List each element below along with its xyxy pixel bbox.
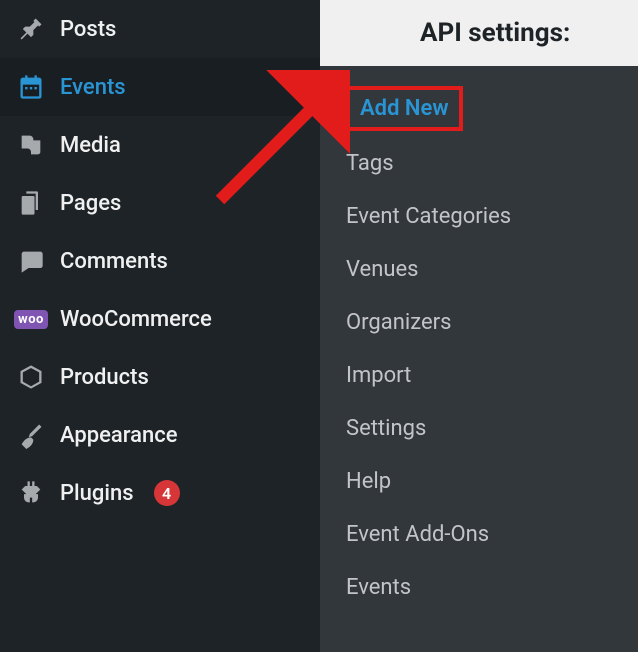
submenu-item-events[interactable]: Events [346, 561, 411, 614]
calendar-icon [16, 72, 46, 102]
menu-label: Plugins [60, 481, 134, 506]
menu-label: Products [60, 365, 149, 390]
submenu-item-settings[interactable]: Settings [346, 402, 426, 455]
pages-icon [16, 188, 46, 218]
woo-icon: woo [16, 304, 46, 334]
menu-item-appearance[interactable]: Appearance [0, 406, 320, 464]
submenu-item-organizers[interactable]: Organizers [346, 296, 451, 349]
submenu-item-venues[interactable]: Venues [346, 243, 419, 296]
submenu-item-tags[interactable]: Tags [346, 137, 394, 190]
events-submenu: API settings: Add New Tags Event Categor… [320, 0, 638, 652]
menu-item-products[interactable]: Products [0, 348, 320, 406]
menu-item-media[interactable]: Media [0, 116, 320, 174]
menu-item-events[interactable]: Events [0, 58, 320, 116]
page-title: API settings: [420, 18, 570, 48]
comment-icon [16, 246, 46, 276]
admin-sidebar: Posts Events Media Pages Comments woo Wo… [0, 0, 320, 652]
media-icon [16, 130, 46, 160]
menu-item-plugins[interactable]: Plugins 4 [0, 464, 320, 522]
submenu-item-help[interactable]: Help [346, 455, 391, 508]
pin-icon [16, 14, 46, 44]
appearance-icon [16, 420, 46, 450]
menu-item-posts[interactable]: Posts [0, 0, 320, 58]
menu-label: Posts [60, 17, 116, 42]
menu-label: Comments [60, 249, 168, 274]
products-icon [16, 362, 46, 392]
menu-label: Appearance [60, 423, 178, 448]
plugins-icon [16, 478, 46, 508]
submenu-list: Add New Tags Event Categories Venues Org… [320, 66, 638, 614]
menu-label: Pages [60, 191, 121, 216]
update-badge: 4 [154, 480, 180, 506]
submenu-item-event-categories[interactable]: Event Categories [346, 190, 511, 243]
menu-item-woocommerce[interactable]: woo WooCommerce [0, 290, 320, 348]
menu-item-pages[interactable]: Pages [0, 174, 320, 232]
menu-label: Events [60, 75, 126, 100]
page-header: API settings: [320, 0, 638, 66]
menu-label: WooCommerce [60, 307, 212, 332]
submenu-item-event-addons[interactable]: Event Add-Ons [346, 508, 489, 561]
menu-label: Media [60, 133, 121, 158]
submenu-item-import[interactable]: Import [346, 349, 411, 402]
submenu-item-add-new[interactable]: Add New [346, 86, 463, 131]
menu-item-comments[interactable]: Comments [0, 232, 320, 290]
